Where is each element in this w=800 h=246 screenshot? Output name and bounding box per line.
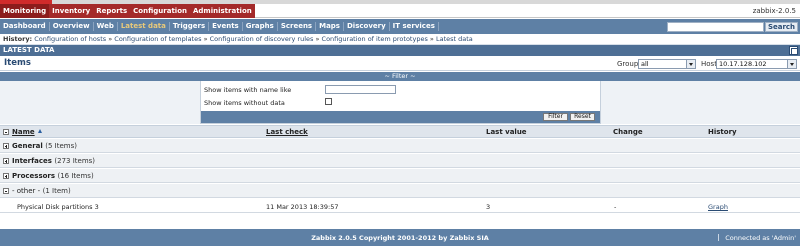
- submenu-discovery[interactable]: Discovery: [344, 22, 390, 31]
- expand-icon[interactable]: [3, 173, 9, 179]
- app-count: (5 Items): [45, 142, 77, 150]
- group-select-value: all: [641, 60, 649, 68]
- app-name: Interfaces (273 Items): [12, 157, 95, 165]
- tab-reports[interactable]: Reports: [93, 4, 130, 18]
- footer-copyright: Zabbix 2.0.5 Copyright 2001-2012 by Zabb…: [311, 234, 489, 242]
- group-label: Group: [617, 60, 639, 68]
- breadcrumb-separator: »: [315, 35, 320, 43]
- column-name[interactable]: Name: [12, 128, 42, 136]
- app-name-label: Processors: [12, 172, 56, 180]
- history-link[interactable]: Latest data: [436, 35, 473, 43]
- submenu-it-services[interactable]: IT services: [390, 22, 439, 31]
- table-row-app-processors: Processors (16 Items): [0, 169, 800, 183]
- tab-administration[interactable]: Administration: [190, 4, 255, 18]
- history-link[interactable]: Configuration of templates: [114, 35, 201, 43]
- host-select[interactable]: 10.17.128.102: [716, 59, 797, 69]
- item-name: Physical Disk partitions 3: [17, 203, 99, 211]
- chevron-down-icon: [686, 60, 695, 68]
- app-count: (273 Items): [54, 157, 96, 165]
- footer: Zabbix 2.0.5 Copyright 2001-2012 by Zabb…: [0, 229, 800, 246]
- app-name: - other - (1 Item): [12, 187, 71, 195]
- submenu-overview[interactable]: Overview: [50, 22, 94, 31]
- reset-button[interactable]: Reset: [570, 113, 595, 121]
- filter-toggle[interactable]: ~ Filter ~: [0, 72, 800, 81]
- submenu-latest-data[interactable]: Latest data: [118, 22, 170, 31]
- main-menu: Monitoring Inventory Reports Configurati…: [0, 4, 800, 18]
- app-name-label: Interfaces: [12, 157, 52, 165]
- history-link[interactable]: Configuration of discovery rules: [210, 35, 314, 43]
- page-title: Items: [4, 58, 31, 68]
- fullscreen-icon[interactable]: [789, 46, 798, 55]
- submenu-screens[interactable]: Screens: [278, 22, 317, 31]
- latest-data-bar: LATEST DATA: [0, 45, 800, 56]
- main-menu-tabs: Monitoring Inventory Reports Configurati…: [0, 4, 255, 18]
- history-breadcrumb: History: Configuration of hosts » Config…: [0, 34, 800, 45]
- table-row: Physical Disk partitions 3 11 Mar 2013 1…: [0, 199, 800, 213]
- submenu-events[interactable]: Events: [209, 22, 243, 31]
- filter-name-label: Show items with name like: [204, 86, 292, 94]
- breadcrumb-separator: »: [203, 35, 208, 43]
- history-link[interactable]: Configuration of item prototypes: [322, 35, 428, 43]
- tab-monitoring[interactable]: Monitoring: [0, 4, 50, 18]
- collapse-all-icon[interactable]: [3, 129, 9, 135]
- filter-without-data-label: Show items without data: [204, 99, 285, 107]
- sub-menu-items: Dashboard Overview Web Latest data Trigg…: [0, 19, 439, 34]
- column-last-value: Last value: [486, 128, 527, 136]
- table-row-app-general: General (5 Items): [0, 139, 800, 153]
- submenu-triggers[interactable]: Triggers: [170, 22, 210, 31]
- breadcrumb-separator: »: [108, 35, 113, 43]
- app-count: (1 Item): [42, 187, 71, 195]
- table-header: Name Last check Last value Change Histor…: [0, 125, 800, 138]
- app-name-label: General: [12, 142, 43, 150]
- chevron-down-icon: [787, 60, 796, 68]
- submenu-graphs[interactable]: Graphs: [243, 22, 278, 31]
- filter-panel: Show items with name like Show items wit…: [200, 81, 601, 124]
- submenu-dashboard[interactable]: Dashboard: [0, 22, 50, 31]
- filter-name-input[interactable]: [325, 85, 396, 94]
- expand-icon[interactable]: [3, 143, 9, 149]
- app-name: Processors (16 Items): [12, 172, 94, 180]
- item-change: -: [614, 203, 617, 211]
- history-link[interactable]: Configuration of hosts: [34, 35, 106, 43]
- history-label: History:: [3, 35, 33, 43]
- tab-configuration[interactable]: Configuration: [130, 4, 190, 18]
- group-select[interactable]: all: [638, 59, 696, 69]
- search-button[interactable]: Search: [765, 22, 798, 32]
- tab-inventory[interactable]: Inventory: [49, 4, 93, 18]
- submenu-maps[interactable]: Maps: [316, 22, 344, 31]
- empty-area: [0, 214, 800, 229]
- item-last-check: 11 Mar 2013 18:39:57: [266, 203, 339, 211]
- filter-without-data-checkbox[interactable]: [325, 98, 332, 105]
- expand-icon[interactable]: [3, 158, 9, 164]
- column-history: History: [708, 128, 737, 136]
- breadcrumb-separator: »: [429, 35, 434, 43]
- submenu-web[interactable]: Web: [94, 22, 118, 31]
- table-row-app-other: - other - (1 Item): [0, 184, 800, 198]
- app-name-label: - other -: [12, 187, 41, 195]
- version-label: zabbix-2.0.5: [752, 7, 796, 15]
- graph-link[interactable]: Graph: [708, 203, 728, 211]
- filter-area: Show items with name like Show items wit…: [0, 81, 800, 124]
- column-name-label: Name: [12, 128, 35, 136]
- footer-connected: Connected as 'Admin': [718, 234, 796, 242]
- table-row-app-interfaces: Interfaces (273 Items): [0, 154, 800, 168]
- search-input[interactable]: [667, 22, 764, 32]
- filter-button[interactable]: Filter: [543, 113, 568, 121]
- column-last-check[interactable]: Last check: [266, 128, 308, 136]
- host-select-value: 10.17.128.102: [719, 60, 767, 68]
- column-change: Change: [613, 128, 643, 136]
- host-label: Host: [701, 60, 717, 68]
- app-name: General (5 Items): [12, 142, 77, 150]
- item-last-value: 3: [486, 203, 491, 211]
- app-count: (16 Items): [57, 172, 94, 180]
- sort-asc-icon: [37, 129, 42, 133]
- sub-menu: Dashboard Overview Web Latest data Trigg…: [0, 19, 800, 34]
- filter-button-bar: Filter Reset: [201, 111, 600, 123]
- items-header: Items Group all Host 10.17.128.102: [0, 57, 800, 71]
- collapse-icon[interactable]: [3, 188, 9, 194]
- latest-data-title: LATEST DATA: [3, 46, 55, 54]
